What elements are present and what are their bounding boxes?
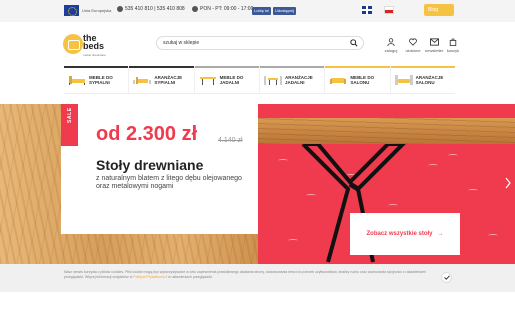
logo[interactable]: the beds meble drewniane [63,34,113,58]
old-price: 4.140 zł [218,137,243,144]
heart-icon [409,38,417,46]
cookie-text: Nasz serwis korzysta z plików cookies. P… [64,270,436,280]
newsletter-button[interactable]: newsletter [425,38,443,53]
category-label: ARANŻACJE SYPIALNI [154,75,183,85]
category-item-dining-furniture[interactable]: MEBLE DO JADALNI [194,66,260,93]
arrow-right-icon: → [437,231,444,237]
hero-title: Stoły drewniane [96,157,204,173]
logo-tagline: meble drewniane [83,53,106,57]
slider-next-arrow-icon[interactable] [505,177,511,189]
cart-button[interactable]: koszyk [444,38,462,53]
privacy-policy-link[interactable]: Polityce Prywatności [133,275,165,279]
cookie-text-end: i w ustawieniach przeglądarki. [166,275,213,279]
category-item-living-furniture[interactable]: MEBLE DO SALONU [325,66,391,93]
login-button[interactable]: zaloguj [382,38,400,53]
phone-numbers[interactable]: 535 410 810 | 535 410 808 [117,6,185,12]
sofa-icon [330,78,347,84]
cookie-notice: Nasz serwis korzysta z plików cookies. P… [0,264,515,292]
facebook-like-button[interactable]: Lubię to! [252,7,272,15]
hours-text: PON - PT: 09:00 - 17:00 [200,6,254,12]
category-accent-line [325,66,390,68]
checkmark-icon [443,275,450,280]
eu-flag-icon [64,5,79,16]
language-english-flag-icon[interactable] [362,6,372,14]
category-label: ARANŻACJE JADALNI [284,75,313,85]
category-accent-line [129,66,194,68]
favorites-label: ulubione [405,48,421,53]
cart-label: koszyk [446,48,460,53]
category-label: MEBLE DO JADALNI [219,75,244,85]
cookie-accept-button[interactable] [441,272,452,283]
category-label: MEBLE DO SALONU [350,75,375,85]
search-input[interactable] [163,37,343,49]
table-top-image [258,118,515,144]
logo-mark-icon [63,34,83,54]
login-label: zaloguj [384,48,398,53]
bed-arrangement-icon [133,77,152,84]
search-box [156,36,364,50]
category-label: ARANŻACJE SALONU [415,75,444,85]
promo-price: od 2.300 zł [96,123,198,145]
cart-icon [449,38,457,46]
facebook-share-button[interactable]: Udostępnij [273,7,296,15]
newsletter-label: newsletter [425,48,444,53]
eu-label: Unia Europejska [82,8,112,13]
favorites-button[interactable]: ulubione [404,38,422,53]
phone-text: 535 410 810 | 535 410 808 [125,6,185,12]
bed-icon [69,76,85,85]
category-item-dining-arrangements[interactable]: ARANŻACJE JADALNI [259,66,326,93]
category-label: MEBLE DO SYPIALNI [89,75,113,85]
envelope-icon [429,38,439,46]
hero-banner[interactable]: SALE od 2.300 zł 4.140 zł Stoły drewnian… [0,104,515,264]
hero-subtitle: z naturalnym blatem z litego dębu olejow… [96,175,242,190]
blog-label: Blog [428,7,439,13]
category-item-living-arrangements[interactable]: ARANŻACJE SALONU [390,66,455,93]
opening-hours: PON - PT: 09:00 - 17:00 [192,6,253,12]
dining-arrangement-icon [263,76,282,85]
blog-button[interactable]: Blog [424,4,454,16]
language-polish-flag-icon[interactable] [384,6,394,14]
search-icon[interactable] [350,39,358,47]
category-accent-line [194,66,259,68]
user-icon [387,38,395,46]
phone-icon [117,6,123,12]
category-item-bedroom-arrangements[interactable]: ARANŻACJE SYPIALNI [129,66,195,93]
cta-label: Zobacz wszystkie stoły [366,231,433,237]
category-accent-line [259,66,325,68]
cookie-text-main: Nasz serwis korzysta z plików cookies. P… [64,270,426,279]
clock-icon [192,6,198,12]
category-accent-line [390,66,455,68]
category-accent-line [64,66,129,68]
logo-text: the beds [83,34,105,51]
logo-line-2: beds [83,41,105,51]
category-item-bedroom-furniture[interactable]: MEBLE DO SYPIALNI [64,66,130,93]
see-all-tables-button[interactable]: Zobacz wszystkie stoły → [350,213,460,255]
top-bar: Unia Europejska 535 410 810 | 535 410 80… [0,0,515,22]
sale-tag-text: SALE [67,107,73,123]
dining-table-icon [199,77,216,85]
category-nav: MEBLE DO SYPIALNI ARANŻACJE SYPIALNI MEB… [64,66,455,94]
living-arrangement-icon [394,75,413,85]
